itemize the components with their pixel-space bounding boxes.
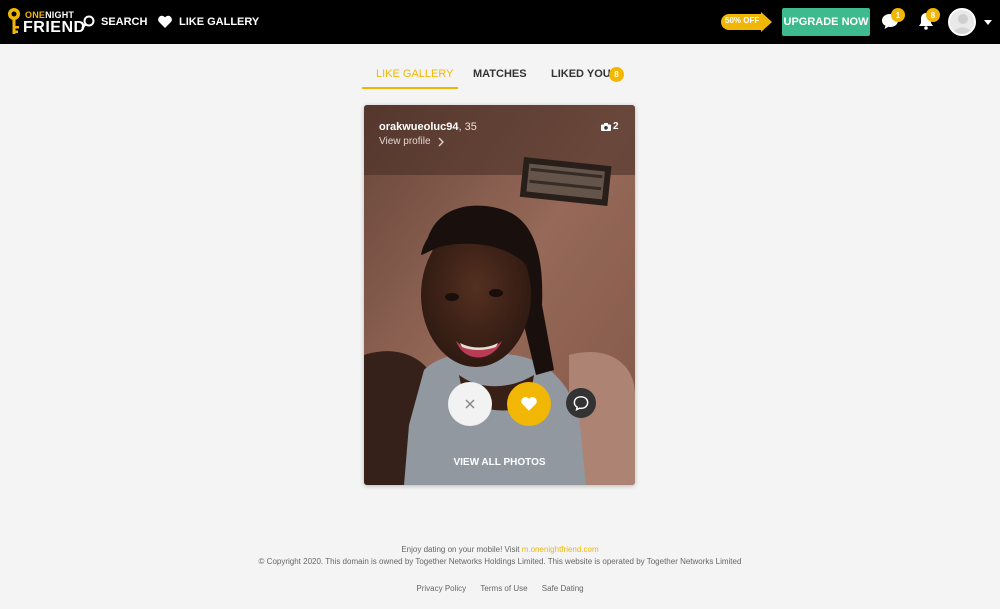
chevron-right-icon: [438, 137, 444, 146]
footer-link-terms[interactable]: Terms of Use: [480, 584, 527, 593]
copyright-text: © Copyright 2020. This domain is owned b…: [258, 557, 742, 566]
key-logo-icon: [8, 8, 20, 34]
photo-count: 2: [601, 121, 619, 132]
mobile-text: Enjoy dating on your mobile! Visit: [401, 545, 520, 554]
message-button[interactable]: [566, 388, 596, 418]
footer-link-privacy[interactable]: Privacy Policy: [416, 584, 466, 593]
username-text: orakwueoluc94: [379, 121, 459, 133]
footer-links: Privacy Policy Terms of Use Safe Dating: [0, 584, 1000, 593]
promo-label: 50% OFF: [725, 16, 760, 25]
liked-you-count-badge: 8: [609, 67, 624, 82]
search-icon: [81, 15, 95, 29]
nav-search[interactable]: SEARCH: [81, 12, 147, 32]
footer-link-safe-dating[interactable]: Safe Dating: [542, 584, 584, 593]
top-navigation-bar: ONENIGHT FRIEND SEARCH LIKE GALLERY 50% …: [0, 0, 1000, 44]
profile-photo: [364, 105, 635, 485]
user-photo-icon: [950, 10, 974, 34]
nav-like-gallery[interactable]: LIKE GALLERY: [157, 12, 259, 32]
logo-line-2: FRIEND: [23, 19, 86, 36]
chat-icon: [573, 396, 589, 411]
profile-age: , 35: [458, 121, 477, 133]
like-button[interactable]: [507, 382, 551, 426]
account-dropdown-caret[interactable]: [984, 20, 992, 25]
notifications-button[interactable]: 8: [918, 8, 940, 32]
messages-button[interactable]: 1: [881, 8, 905, 32]
mobile-site-link[interactable]: m.onenightfriend.com: [522, 545, 599, 554]
tab-like-gallery[interactable]: LIKE GALLERY: [376, 68, 453, 80]
nav-search-label: SEARCH: [101, 16, 148, 28]
user-avatar[interactable]: [948, 8, 976, 36]
profile-card[interactable]: orakwueoluc94, 35 View profile 2 VIEW AL…: [364, 105, 635, 485]
tab-matches[interactable]: MATCHES: [473, 68, 527, 80]
active-tab-indicator: [362, 87, 458, 89]
skip-button[interactable]: [448, 382, 492, 426]
upgrade-now-button[interactable]: UPGRADE NOW: [782, 8, 870, 36]
messages-badge: 1: [891, 8, 905, 22]
heart-icon: [521, 397, 537, 411]
mobile-promo-text: Enjoy dating on your mobile! Visit m.one…: [0, 545, 1000, 554]
camera-icon: [601, 122, 611, 131]
site-logo[interactable]: ONENIGHT FRIEND: [6, 6, 85, 38]
profile-username[interactable]: orakwueoluc94, 35: [379, 121, 477, 133]
heart-icon: [157, 15, 173, 29]
view-profile-label: View profile: [379, 136, 431, 147]
view-profile-link[interactable]: View profile: [379, 136, 446, 147]
tab-liked-you[interactable]: LIKED YOU: [551, 68, 611, 80]
notifications-badge: 8: [926, 8, 940, 22]
close-icon: [465, 399, 475, 409]
view-all-photos-link[interactable]: VIEW ALL PHOTOS: [364, 457, 635, 468]
nav-like-gallery-label: LIKE GALLERY: [179, 16, 260, 28]
photo-count-value: 2: [613, 121, 619, 132]
discount-promo-tag[interactable]: 50% OFF: [719, 12, 773, 32]
